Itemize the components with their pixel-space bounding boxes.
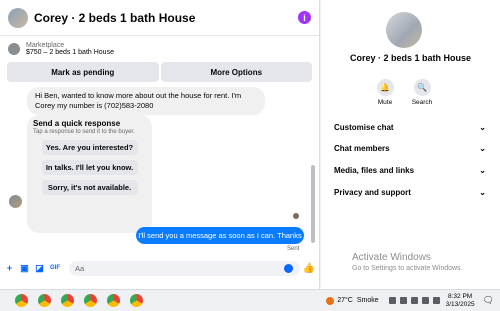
chat-avatar[interactable]: [8, 7, 28, 28]
section-customise-chat[interactable]: Customise chat ⌄: [334, 121, 486, 133]
mute-label: Mute: [377, 99, 393, 106]
battery-icon[interactable]: [432, 297, 440, 304]
chat-title[interactable]: Corey · 2 beds 1 bath House: [34, 11, 195, 25]
chrome-taskbar-icon[interactable]: [130, 294, 143, 307]
gif-icon[interactable]: GIF: [50, 264, 60, 273]
section-label: Media, files and links: [334, 165, 415, 175]
section-media-files-links[interactable]: Media, files and links ⌄: [334, 164, 486, 176]
chevron-down-icon: ⌄: [479, 187, 486, 197]
sticker-icon[interactable]: ◪: [35, 263, 44, 273]
search-action[interactable]: 🔍 Search: [407, 79, 437, 106]
network-icon[interactable]: [399, 297, 407, 304]
section-chat-members[interactable]: Chat members ⌄: [334, 142, 486, 154]
windows-taskbar: 27°C Smoke 8:32 PM 3/13/2025 🗨: [0, 289, 500, 311]
messenger-window: Corey · 2 beds 1 bath House i Marketplac…: [0, 0, 500, 311]
section-label: Chat members: [334, 143, 390, 153]
temperature[interactable]: 27°C: [337, 297, 353, 304]
listing-actions: Mark as pending More Options: [0, 62, 319, 82]
quick-response-not-available[interactable]: Sorry, it's not available.: [41, 180, 138, 195]
mute-action[interactable]: 🔔 Mute: [370, 79, 400, 106]
marketplace-icon: [8, 43, 20, 55]
bell-icon: 🔔: [376, 79, 394, 96]
marketplace-listing[interactable]: Marketplace $750 – 2 beds 1 bath House: [0, 36, 319, 62]
quick-response-subtitle: Tap a response to send it to the buyer.: [33, 129, 135, 135]
quick-response-yes[interactable]: Yes. Are you interested?: [41, 140, 138, 155]
image-icon[interactable]: ▣: [20, 263, 29, 273]
message-list: Hi Ben, wanted to know more about out th…: [0, 84, 320, 256]
listing-summary: $750 – 2 beds 1 bath House: [26, 49, 114, 56]
chrome-taskbar-icon[interactable]: [38, 294, 51, 307]
quick-response-card: Send a quick response Tap a response to …: [27, 115, 152, 233]
clock-date: 3/13/2025: [445, 300, 475, 308]
chat-pane: Corey · 2 beds 1 bath House i Marketplac…: [0, 0, 320, 289]
chevron-down-icon: ⌄: [479, 143, 486, 153]
volume-icon[interactable]: [421, 297, 429, 304]
mark-as-pending-button[interactable]: Mark as pending: [7, 62, 159, 82]
section-label: Privacy and support: [334, 187, 411, 197]
weather-icon[interactable]: [326, 296, 335, 305]
chrome-taskbar-icon[interactable]: [107, 294, 120, 307]
clock[interactable]: 8:32 PM 3/13/2025: [446, 293, 475, 309]
seen-indicator-avatar: [293, 213, 299, 219]
watermark-subtitle: Go to Settings to activate Windows.: [352, 265, 463, 272]
activate-windows-watermark: Activate Windows Go to Settings to activ…: [352, 252, 463, 272]
composer: + ▣ ◪ GIF Aa 👍: [0, 258, 320, 278]
chrome-taskbar-icon[interactable]: [61, 294, 74, 307]
chrome-taskbar-icon[interactable]: [15, 294, 28, 307]
sender-avatar: [9, 195, 22, 208]
chat-header: Corey · 2 beds 1 bath House i: [0, 0, 319, 36]
chevron-down-icon: ⌄: [479, 122, 486, 132]
message-input[interactable]: Aa: [69, 260, 300, 276]
chevron-up-icon[interactable]: [388, 297, 396, 304]
plus-icon[interactable]: +: [5, 263, 14, 273]
more-options-button[interactable]: More Options: [160, 62, 312, 82]
notification-icon[interactable]: 🗨: [483, 295, 494, 306]
section-privacy-support[interactable]: Privacy and support ⌄: [334, 186, 486, 198]
search-icon: 🔍: [413, 79, 431, 96]
wifi-icon[interactable]: [410, 297, 418, 304]
quick-response-title: Send a quick response: [33, 119, 121, 128]
chrome-taskbar-icon[interactable]: [84, 294, 97, 307]
outgoing-message: I'll send you a message as soon as I can…: [136, 227, 304, 244]
search-label: Search: [411, 99, 433, 106]
panel-avatar: [386, 12, 422, 48]
incoming-message: Hi Ben, wanted to know more about out th…: [27, 87, 265, 115]
marketplace-label: Marketplace: [26, 42, 65, 49]
chat-info-panel: Corey · 2 beds 1 bath House 🔔 Mute 🔍 Sea…: [321, 0, 500, 289]
quick-response-in-talks[interactable]: In talks. I'll let you know.: [41, 160, 138, 175]
emoji-icon[interactable]: [283, 263, 293, 273]
section-label: Customise chat: [334, 122, 394, 132]
clock-time: 8:32 PM: [447, 292, 473, 300]
chevron-down-icon: ⌄: [479, 165, 486, 175]
system-tray: 27°C Smoke 8:32 PM 3/13/2025 🗨: [326, 293, 500, 309]
message-status: Sent: [287, 246, 300, 252]
info-icon[interactable]: i: [298, 11, 311, 24]
chat-scrollbar[interactable]: [311, 165, 315, 243]
panel-title: Corey · 2 beds 1 bath House: [349, 53, 472, 63]
weather-condition[interactable]: Smoke: [357, 297, 379, 304]
watermark-title: Activate Windows: [352, 252, 431, 263]
like-icon[interactable]: 👍: [303, 263, 315, 274]
